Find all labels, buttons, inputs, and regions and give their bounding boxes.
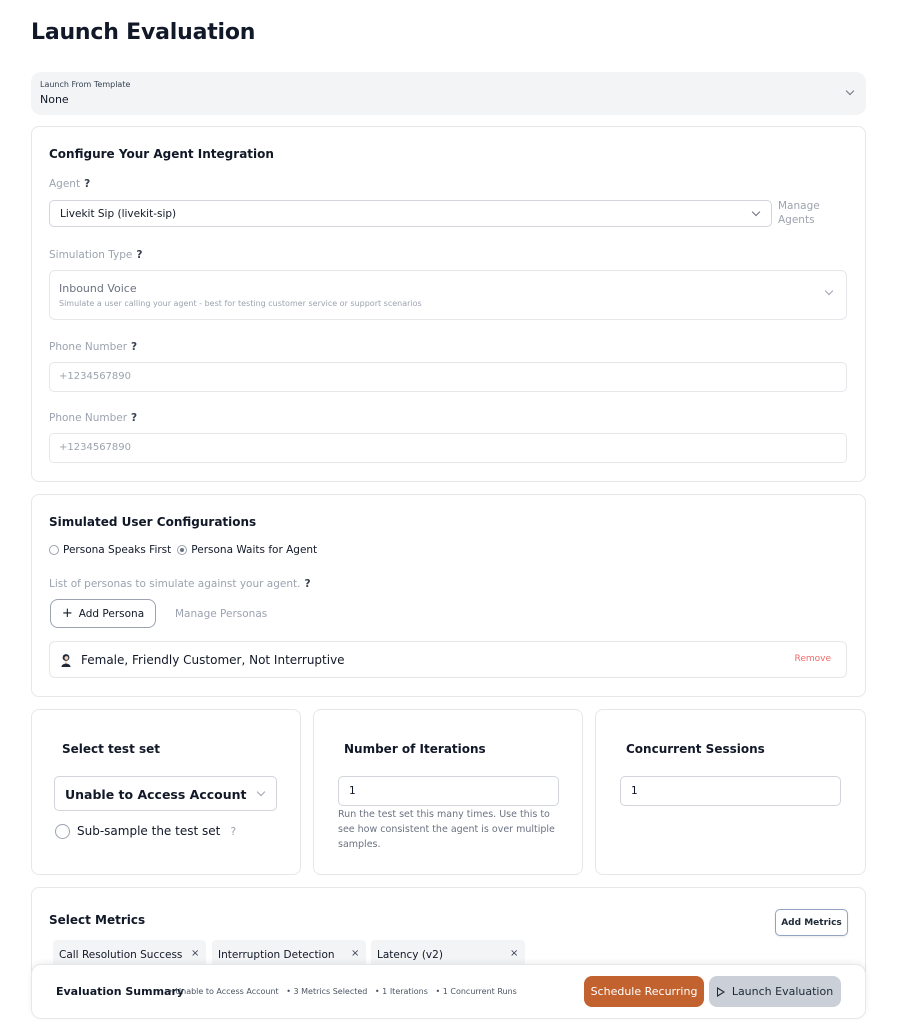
phone-number-placeholder: +1234567890	[59, 371, 132, 382]
schedule-recurring-button[interactable]: Schedule Recurring	[584, 976, 704, 1007]
simulation-type-description: Simulate a user calling your agent - bes…	[59, 299, 422, 308]
metrics-title: Select Metrics	[49, 913, 146, 927]
chevron-down-icon	[845, 86, 855, 96]
summary-item: • 3 Metrics Selected	[286, 987, 368, 996]
radio-selected-icon[interactable]	[177, 545, 188, 555]
radio-icon[interactable]	[49, 545, 59, 555]
simulation-type-select[interactable]: Inbound Voice Simulate a user calling yo…	[49, 270, 847, 320]
subsample-checkbox[interactable]	[55, 824, 70, 839]
manage-personas-link[interactable]: Manage Personas	[175, 607, 267, 621]
agent-integration-title: Configure Your Agent Integration	[49, 147, 274, 161]
manage-agents-link[interactable]: Manage Agents	[778, 199, 838, 227]
help-icon[interactable]: ?	[131, 412, 137, 424]
help-icon[interactable]: ?	[84, 178, 90, 190]
test-set-select[interactable]: Unable to Access Account	[54, 776, 277, 811]
iterations-value: 1	[349, 785, 356, 797]
agent-label: Agent?	[49, 178, 91, 190]
agent-select-value: Livekit Sip (livekit-sip)	[60, 208, 177, 220]
template-select-label: Launch From Template	[40, 80, 131, 89]
test-set-value: Unable to Access Account	[65, 787, 247, 802]
add-persona-button[interactable]: + Add Persona	[50, 599, 156, 628]
plus-icon: +	[61, 606, 73, 621]
help-icon[interactable]: ?	[136, 249, 142, 261]
persona-order-radio-group: Persona Speaks First Persona Waits for A…	[49, 544, 323, 556]
simulation-type-value: Inbound Voice	[59, 282, 137, 295]
chevron-down-icon	[824, 286, 834, 296]
radio-persona-waits[interactable]: Persona Waits for Agent	[177, 544, 317, 556]
phone-number-input-2[interactable]: +1234567890	[49, 433, 847, 463]
concurrency-value: 1	[631, 785, 638, 797]
launch-evaluation-button[interactable]: Launch Evaluation	[709, 976, 841, 1007]
summary-item: • 1 Concurrent Runs	[435, 987, 517, 996]
phone-number-label-2: Phone Number?	[49, 412, 138, 424]
persona-list-label: List of personas to simulate against you…	[49, 578, 311, 590]
remove-persona-link[interactable]: Remove	[794, 654, 831, 664]
concurrency-title: Concurrent Sessions	[626, 742, 765, 756]
close-icon[interactable]: ×	[510, 948, 518, 959]
simulated-user-title: Simulated User Configurations	[49, 515, 257, 529]
iterations-help-text: Run the test set this many times. Use th…	[338, 809, 555, 850]
page-title: Launch Evaluation	[31, 20, 256, 45]
phone-number-label: Phone Number?	[49, 341, 138, 353]
concurrency-input[interactable]: 1	[620, 776, 841, 806]
persona-name: Female, Friendly Customer, Not Interrupt…	[81, 653, 345, 667]
persona-avatar-icon	[61, 654, 71, 667]
summary-item: • 1 Iterations	[374, 987, 428, 996]
persona-list-item: Female, Friendly Customer, Not Interrupt…	[49, 641, 847, 678]
iterations-input[interactable]: 1	[338, 776, 559, 806]
evaluation-summary-title: Evaluation Summary	[56, 985, 185, 998]
chevron-down-icon	[256, 787, 266, 797]
phone-number-input[interactable]: +1234567890	[49, 362, 847, 392]
help-icon[interactable]: ?	[304, 578, 310, 590]
play-icon	[716, 986, 725, 997]
chevron-down-icon	[751, 207, 761, 217]
phone-number-placeholder-2: +1234567890	[59, 442, 132, 453]
radio-persona-speaks-first[interactable]: Persona Speaks First	[49, 544, 171, 556]
template-select-value: None	[40, 93, 69, 106]
close-icon[interactable]: ×	[351, 948, 359, 959]
evaluation-summary-items: • Unable to Access Account • 3 Metrics S…	[168, 987, 522, 996]
help-icon[interactable]: ?	[131, 341, 137, 353]
iterations-title: Number of Iterations	[344, 742, 486, 756]
add-metrics-button[interactable]: Add Metrics	[775, 909, 848, 936]
close-icon[interactable]: ×	[191, 948, 199, 959]
summary-item: • Unable to Access Account	[168, 987, 279, 996]
agent-select[interactable]: Livekit Sip (livekit-sip)	[49, 200, 772, 227]
help-icon[interactable]: ?	[230, 825, 236, 838]
test-set-title: Select test set	[62, 742, 161, 756]
template-select[interactable]: Launch From Template None	[31, 72, 866, 115]
simulation-type-label: Simulation Type?	[49, 249, 143, 261]
subsample-label: Sub-sample the test set?	[77, 824, 237, 838]
